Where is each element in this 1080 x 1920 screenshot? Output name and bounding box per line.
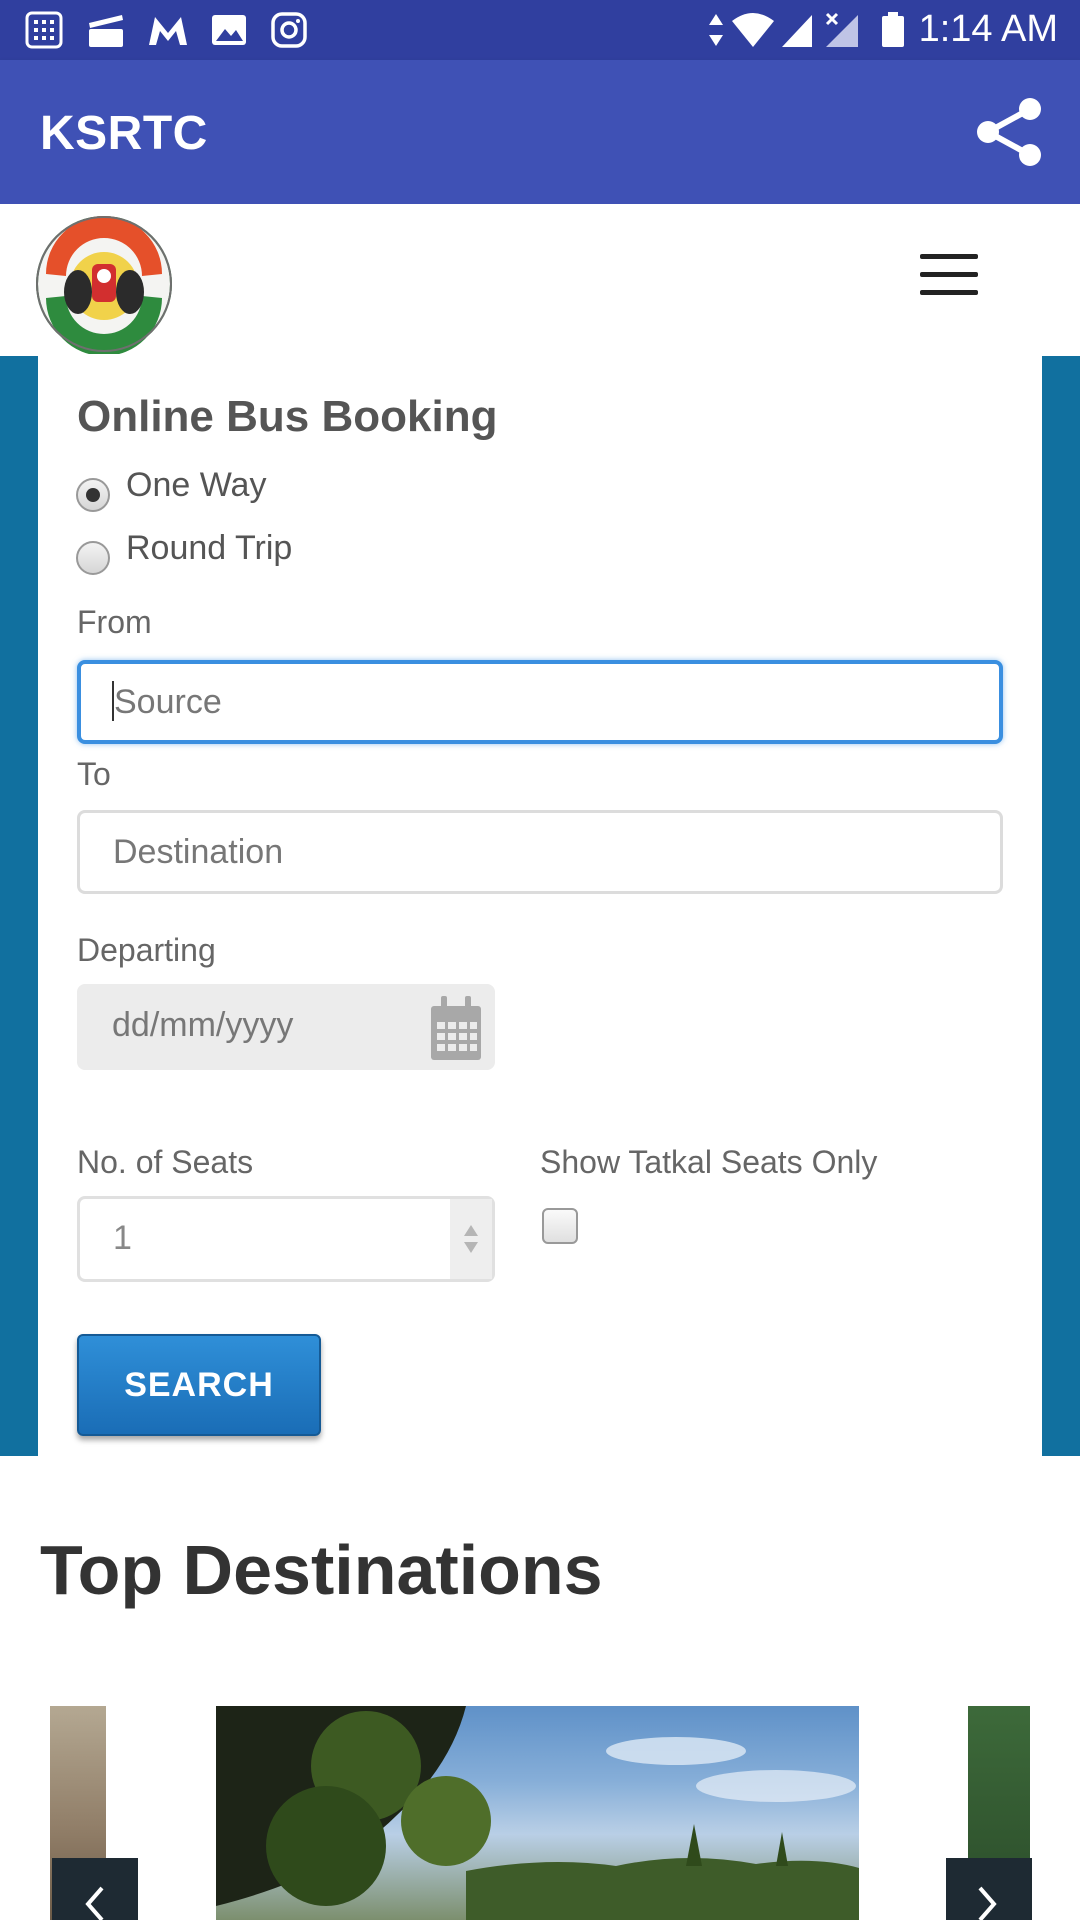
- to-label: To: [77, 756, 111, 792]
- gmail-icon: [149, 17, 187, 45]
- source-input[interactable]: [77, 660, 1003, 744]
- destination-input[interactable]: [77, 810, 1003, 894]
- chevron-left-icon: [85, 1886, 104, 1920]
- search-button[interactable]: SEARCH: [77, 1334, 321, 1436]
- signal-icon: [782, 15, 812, 47]
- radio-button[interactable]: [76, 541, 110, 575]
- signal-no-data-icon: [825, 12, 858, 47]
- radio-label: Round Trip: [126, 529, 293, 567]
- share-icon[interactable]: [974, 96, 1046, 168]
- status-bar: 1:14 AM: [0, 0, 1080, 60]
- destination-photo: [216, 1706, 859, 1920]
- battery-icon: [882, 12, 904, 47]
- date-placeholder: dd/mm/yyyy: [112, 1006, 294, 1044]
- clapperboard-icon: [89, 15, 123, 47]
- instagram-icon: [271, 12, 307, 48]
- departing-date-input[interactable]: dd/mm/yyyy: [77, 984, 495, 1070]
- booking-form: Online Bus Booking One Way Round Trip Fr…: [38, 356, 1042, 1456]
- text-caret: [112, 681, 114, 721]
- tatkal-checkbox[interactable]: [542, 1208, 578, 1244]
- booking-section: Online Bus Booking One Way Round Trip Fr…: [0, 356, 1080, 1456]
- booking-title: Online Bus Booking: [77, 392, 498, 441]
- chevron-right-icon: [978, 1886, 997, 1920]
- app-bar: KSRTC: [0, 60, 1080, 204]
- spinner-arrows-icon[interactable]: [462, 1223, 480, 1255]
- calendar-icon[interactable]: [429, 992, 483, 1062]
- seats-stepper[interactable]: 1: [77, 1196, 495, 1282]
- radio-button[interactable]: [76, 478, 110, 512]
- menu-bar: [920, 254, 978, 259]
- carousel-prev-button[interactable]: [52, 1858, 138, 1920]
- menu-bar: [920, 290, 978, 295]
- hamburger-menu-icon[interactable]: [920, 254, 980, 298]
- destinations-carousel[interactable]: [0, 1706, 1080, 1920]
- seats-label: No. of Seats: [77, 1144, 254, 1180]
- departing-label: Departing: [77, 932, 216, 968]
- radio-label: One Way: [126, 466, 267, 504]
- spinner-buttons[interactable]: [450, 1199, 492, 1279]
- data-arrows-icon: [709, 14, 723, 46]
- ksrtc-logo[interactable]: [34, 214, 174, 354]
- wifi-icon: [732, 13, 774, 47]
- gallery-icon: [212, 15, 246, 45]
- tatkal-label: Show Tatkal Seats Only: [540, 1144, 878, 1180]
- top-destinations-heading: Top Destinations: [40, 1531, 603, 1609]
- destination-slide[interactable]: [216, 1706, 859, 1920]
- calculator-icon: [25, 11, 63, 49]
- site-header: [0, 204, 1080, 358]
- app-title: KSRTC: [40, 107, 208, 160]
- status-time: 1:14 AM: [918, 8, 1058, 50]
- carousel-next-button[interactable]: [946, 1858, 1032, 1920]
- from-label: From: [77, 604, 152, 640]
- menu-bar: [920, 272, 978, 277]
- seats-value: 1: [113, 1219, 132, 1257]
